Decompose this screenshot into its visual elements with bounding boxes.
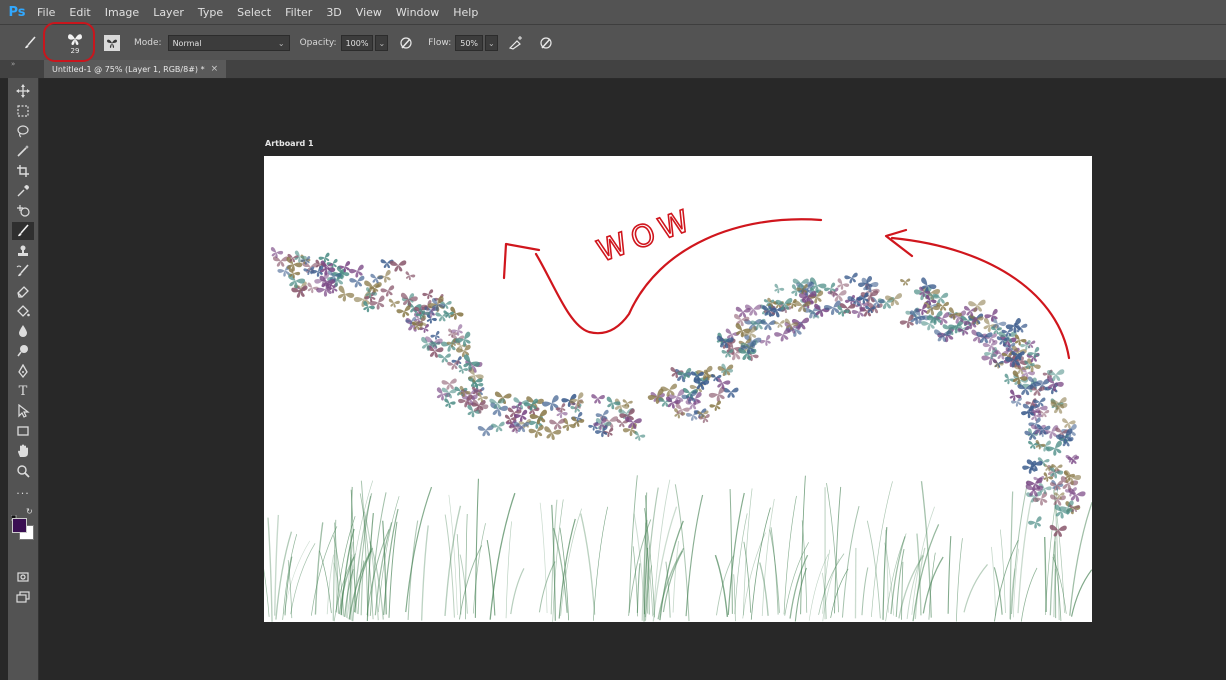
right-arrow-head: [884, 228, 914, 258]
opacity-dropdown[interactable]: ⌄: [375, 35, 389, 51]
move-tool-icon[interactable]: [12, 82, 34, 100]
menu-layer[interactable]: Layer: [146, 6, 191, 19]
flow-field[interactable]: 50%: [455, 35, 484, 51]
chevron-down-icon: ⌄: [378, 38, 386, 48]
flow-label: Flow:: [428, 38, 452, 48]
eyedropper-tool-icon[interactable]: [12, 182, 34, 200]
default-colors-icon[interactable]: [10, 508, 19, 523]
opacity-value: 100%: [345, 38, 369, 48]
clone-stamp-tool-icon[interactable]: [12, 242, 34, 260]
menu-file[interactable]: File: [30, 6, 62, 19]
eraser-tool-icon[interactable]: [12, 282, 34, 300]
collapse-toolbox-icon[interactable]: »: [11, 60, 15, 68]
pressure-opacity-icon[interactable]: [396, 36, 416, 50]
document-tab[interactable]: Untitled-1 @ 75% (Layer 1, RGB/8#) * ×: [44, 60, 227, 78]
wow-arrow-head: [502, 242, 541, 280]
right-arrow-curve: [890, 236, 1071, 360]
brush-icon[interactable]: [18, 36, 42, 50]
artboard-canvas[interactable]: WOW: [264, 156, 1092, 622]
zoom-tool-icon[interactable]: [12, 462, 34, 480]
magic-wand-tool-icon[interactable]: [12, 142, 34, 160]
document-tab-bar: Untitled-1 @ 75% (Layer 1, RGB/8#) * ×: [0, 60, 1226, 79]
healing-brush-tool-icon[interactable]: [12, 202, 34, 220]
flow-value: 50%: [460, 38, 479, 48]
menu-help[interactable]: Help: [446, 6, 485, 19]
document-tab-title: Untitled-1 @ 75% (Layer 1, RGB/8#) *: [52, 64, 205, 74]
airbrush-icon[interactable]: [506, 36, 526, 50]
brush-tool-icon[interactable]: [12, 222, 34, 240]
type-tool-icon[interactable]: T: [12, 382, 34, 400]
blur-tool-icon[interactable]: [12, 322, 34, 340]
menu-window[interactable]: Window: [389, 6, 446, 19]
pressure-size-icon[interactable]: [536, 36, 556, 50]
foreground-color-swatch[interactable]: [12, 518, 27, 533]
menu-3d[interactable]: 3D: [319, 6, 348, 19]
mode-value: Normal: [172, 38, 202, 48]
rectangle-tool-icon[interactable]: [12, 422, 34, 440]
chevron-down-icon: ⌄: [277, 38, 285, 48]
history-brush-tool-icon[interactable]: [12, 262, 34, 280]
artboard-label: Artboard 1: [265, 139, 314, 148]
opacity-label: Opacity:: [299, 38, 337, 48]
menu-select[interactable]: Select: [230, 6, 278, 19]
menu-view[interactable]: View: [349, 6, 389, 19]
quick-mask-icon[interactable]: [12, 568, 34, 586]
menu-edit[interactable]: Edit: [62, 6, 97, 19]
pen-tool-icon[interactable]: [12, 362, 34, 380]
toolbox: » T ··· ↻: [8, 60, 39, 680]
chevron-down-icon: ⌄: [488, 38, 495, 48]
mode-label: Mode:: [134, 38, 162, 48]
brush-preset-highlight: [43, 22, 95, 62]
dodge-tool-icon[interactable]: [12, 342, 34, 360]
screen-mode-icon[interactable]: [12, 588, 34, 606]
close-icon[interactable]: ×: [211, 64, 219, 74]
mode-select[interactable]: Normal ⌄: [167, 35, 290, 51]
wow-annotation-text: WOW: [593, 202, 700, 269]
path-selection-tool-icon[interactable]: [12, 402, 34, 420]
menu-image[interactable]: Image: [98, 6, 146, 19]
lasso-tool-icon[interactable]: [12, 122, 34, 140]
opacity-field[interactable]: 100%: [340, 35, 374, 51]
more-tools-icon[interactable]: ···: [12, 484, 34, 502]
menu-filter[interactable]: Filter: [278, 6, 319, 19]
menu-bar: Ps File Edit Image Layer Type Select Fil…: [0, 0, 1226, 24]
menu-type[interactable]: Type: [191, 6, 230, 19]
hand-tool-icon[interactable]: [12, 442, 34, 460]
options-bar: 29 Mode: Normal ⌄ Opacity: 100% ⌄ Flow: …: [0, 24, 1226, 62]
brush-panel-icon[interactable]: [104, 35, 120, 51]
swap-colors-icon[interactable]: ↻: [26, 507, 33, 516]
photoshop-logo: Ps: [8, 4, 26, 20]
paint-bucket-tool-icon[interactable]: [12, 302, 34, 320]
flow-dropdown[interactable]: ⌄: [485, 35, 498, 51]
marquee-tool-icon[interactable]: [12, 102, 34, 120]
red-annotation: WOW: [502, 201, 1071, 360]
crop-tool-icon[interactable]: [12, 162, 34, 180]
